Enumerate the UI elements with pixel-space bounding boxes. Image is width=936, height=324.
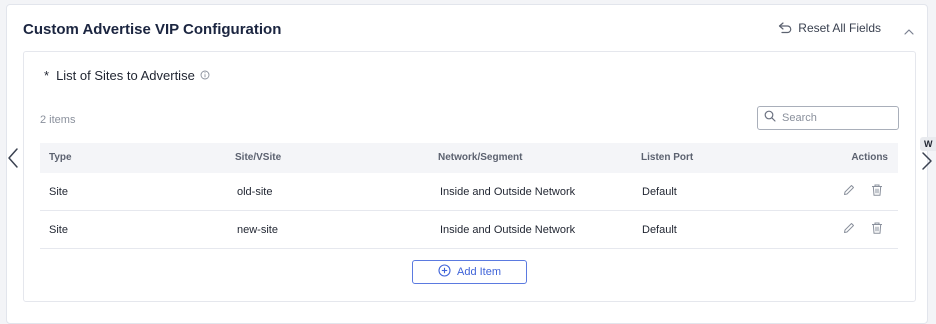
cell-network: Inside and Outside Network: [440, 186, 576, 198]
edit-pencil-icon[interactable]: [842, 183, 856, 202]
cell-listen-port: Default: [642, 224, 677, 236]
delete-trash-icon[interactable]: [870, 221, 884, 240]
info-icon[interactable]: [200, 68, 210, 83]
row-actions: [842, 221, 884, 240]
cell-listen-port: Default: [642, 186, 677, 198]
search-input[interactable]: [782, 112, 882, 124]
add-item-button[interactable]: Add Item: [412, 260, 527, 284]
sites-list-panel: * List of Sites to Advertise 2 items Sea…: [23, 51, 916, 302]
chevron-right-icon[interactable]: [920, 150, 934, 177]
row-actions: [842, 183, 884, 202]
search-box[interactable]: [757, 106, 899, 130]
section-label-text: List of Sites to Advertise: [56, 68, 195, 83]
section-label: * List of Sites to Advertise: [44, 68, 210, 83]
card-title: Custom Advertise VIP Configuration: [23, 21, 282, 38]
cell-site: new-site: [237, 224, 278, 236]
reset-label: Reset All Fields: [798, 21, 881, 35]
table-header: Type Site/VSite Network/Segment Listen P…: [40, 143, 898, 173]
config-card: Custom Advertise VIP Configuration Reset…: [6, 4, 928, 324]
cell-site: old-site: [237, 186, 273, 198]
table-row: Site new-site Inside and Outside Network…: [40, 211, 898, 249]
cell-type: Site: [49, 186, 68, 198]
column-header-site: Site/VSite: [235, 152, 282, 163]
required-marker: *: [44, 68, 50, 83]
add-item-label: Add Item: [456, 266, 502, 278]
chevron-up-icon[interactable]: [903, 23, 915, 41]
edit-pencil-icon[interactable]: [842, 221, 856, 240]
delete-trash-icon[interactable]: [870, 183, 884, 202]
cell-type: Site: [49, 224, 68, 236]
reset-icon: [778, 22, 792, 34]
cell-network: Inside and Outside Network: [440, 224, 576, 236]
search-icon: [764, 109, 776, 127]
side-panel-badge[interactable]: W: [920, 137, 936, 151]
column-header-listen-port: Listen Port: [641, 152, 694, 163]
column-header-type: Type: [49, 152, 72, 163]
column-header-actions: Actions: [851, 152, 888, 163]
table-row: Site old-site Inside and Outside Network…: [40, 173, 898, 211]
plus-circle-icon: [438, 264, 451, 280]
chevron-left-icon[interactable]: [6, 146, 20, 175]
reset-all-fields-button[interactable]: Reset All Fields: [778, 21, 881, 35]
item-count: 2 items: [40, 114, 76, 126]
column-header-network: Network/Segment: [438, 152, 523, 163]
